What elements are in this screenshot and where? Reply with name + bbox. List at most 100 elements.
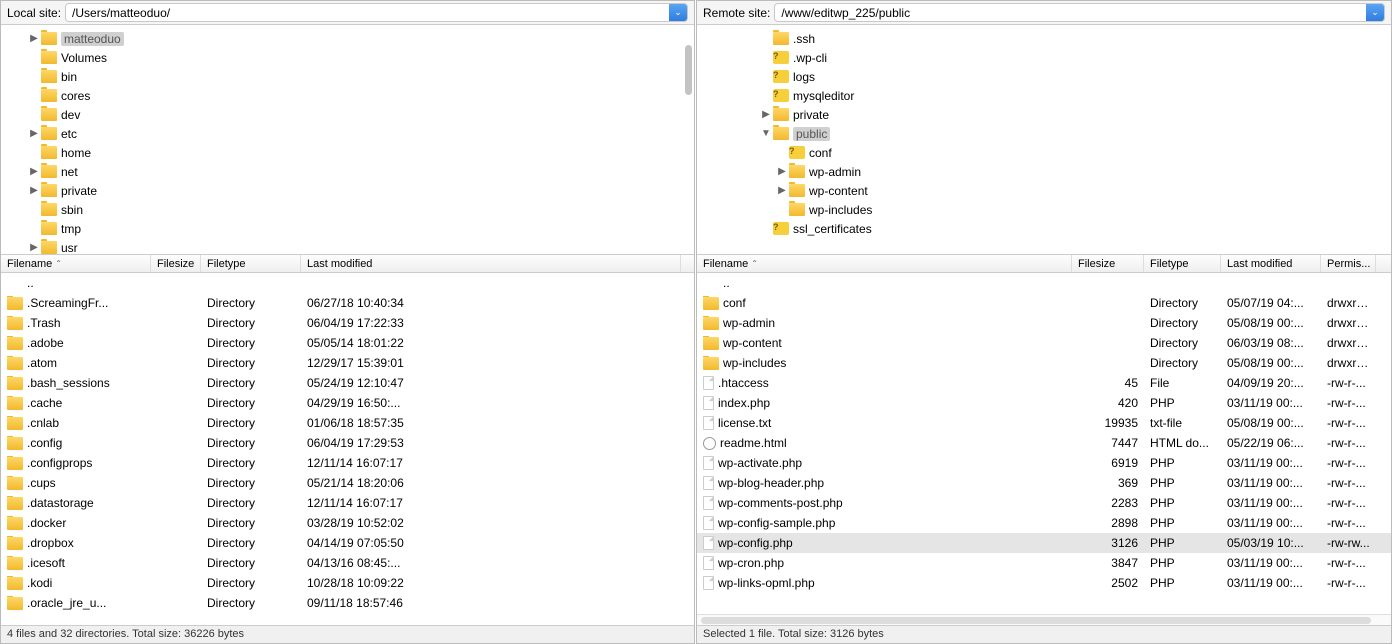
file-row[interactable]: license.txt19935txt-file05/08/19 00:...-… [697, 413, 1391, 433]
file-row[interactable]: wp-adminDirectory05/08/19 00:...drwxr-..… [697, 313, 1391, 333]
file-row[interactable]: .. [697, 273, 1391, 293]
column-header-perms[interactable]: Permis... [1321, 255, 1376, 272]
file-row[interactable]: readme.html7447HTML do...05/22/19 06:...… [697, 433, 1391, 453]
filename-cell: .atom [1, 356, 151, 370]
disclosure-triangle[interactable]: ▶ [29, 185, 39, 196]
tree-label: conf [809, 146, 832, 160]
permissions-cell: -rw-rw... [1321, 536, 1376, 550]
tree-row[interactable]: ▶private [697, 105, 1391, 124]
tree-row[interactable]: sbin [1, 200, 694, 219]
file-row[interactable]: .configDirectory06/04/19 17:29:53 [1, 433, 694, 453]
file-row[interactable]: .. [1, 273, 694, 293]
file-row[interactable]: wp-comments-post.php2283PHP03/11/19 00:.… [697, 493, 1391, 513]
local-file-list[interactable]: ...ScreamingFr...Directory06/27/18 10:40… [1, 273, 694, 625]
file-row[interactable]: .configpropsDirectory12/11/14 16:07:17 [1, 453, 694, 473]
permissions-cell: -rw-r-... [1321, 456, 1376, 470]
tree-row[interactable]: ▶usr [1, 238, 694, 255]
disclosure-triangle[interactable]: ▼ [761, 128, 771, 139]
file-row[interactable]: .datastorageDirectory12/11/14 16:07:17 [1, 493, 694, 513]
file-row[interactable]: .TrashDirectory06/04/19 17:22:33 [1, 313, 694, 333]
file-row[interactable]: wp-links-opml.php2502PHP03/11/19 00:...-… [697, 573, 1391, 593]
tree-row[interactable]: ▶matteoduo [1, 29, 694, 48]
tree-row[interactable]: bin [1, 67, 694, 86]
tree-row[interactable]: ?logs [697, 67, 1391, 86]
file-row[interactable]: .dropboxDirectory04/14/19 07:05:50 [1, 533, 694, 553]
tree-label: tmp [61, 222, 81, 236]
filesize-cell: 7447 [1072, 436, 1144, 450]
column-header-filesize[interactable]: Filesize [151, 255, 201, 272]
file-row[interactable]: index.php420PHP03/11/19 00:...-rw-r-... [697, 393, 1391, 413]
file-row[interactable]: .cnlabDirectory01/06/18 18:57:35 [1, 413, 694, 433]
file-row[interactable]: confDirectory05/07/19 04:...drwxr-... [697, 293, 1391, 313]
filename-cell: .icesoft [1, 556, 151, 570]
tree-row[interactable]: ?.wp-cli [697, 48, 1391, 67]
filename-cell: .cache [1, 396, 151, 410]
column-header-lastmod[interactable]: Last modified [1221, 255, 1321, 272]
tree-row[interactable]: Volumes [1, 48, 694, 67]
file-row[interactable]: .bash_sessionsDirectory05/24/19 12:10:47 [1, 373, 694, 393]
file-row[interactable]: wp-activate.php6919PHP03/11/19 00:...-rw… [697, 453, 1391, 473]
file-row[interactable]: wp-cron.php3847PHP03/11/19 00:...-rw-r-.… [697, 553, 1391, 573]
disclosure-triangle[interactable]: ▶ [777, 166, 787, 177]
tree-row[interactable]: .ssh [697, 29, 1391, 48]
column-header-filename[interactable]: Filename⌃ [697, 255, 1072, 272]
disclosure-triangle[interactable]: ▶ [777, 185, 787, 196]
file-row[interactable]: .icesoftDirectory04/13/16 08:45:... [1, 553, 694, 573]
column-header-filetype[interactable]: Filetype [1144, 255, 1221, 272]
file-row[interactable]: wp-config.php3126PHP05/03/19 10:...-rw-r… [697, 533, 1391, 553]
folder-icon [41, 146, 57, 159]
tree-row[interactable]: ?conf [697, 143, 1391, 162]
tree-row[interactable]: tmp [1, 219, 694, 238]
file-row[interactable]: .kodiDirectory10/28/18 10:09:22 [1, 573, 694, 593]
disclosure-triangle[interactable]: ▶ [29, 33, 39, 44]
file-row[interactable]: wp-blog-header.php369PHP03/11/19 00:...-… [697, 473, 1391, 493]
tree-row[interactable]: ?mysqleditor [697, 86, 1391, 105]
file-row[interactable]: wp-includesDirectory05/08/19 00:...drwxr… [697, 353, 1391, 373]
file-row[interactable]: .ScreamingFr...Directory06/27/18 10:40:3… [1, 293, 694, 313]
disclosure-triangle[interactable]: ▶ [761, 109, 771, 120]
file-row[interactable]: .adobeDirectory05/05/14 18:01:22 [1, 333, 694, 353]
file-row[interactable]: .cupsDirectory05/21/14 18:20:06 [1, 473, 694, 493]
remote-file-list[interactable]: ..confDirectory05/07/19 04:...drwxr-...w… [697, 273, 1391, 614]
filesize-cell: 2898 [1072, 516, 1144, 530]
tree-row[interactable]: cores [1, 86, 694, 105]
filename-cell: .adobe [1, 336, 151, 350]
local-path-dropdown[interactable]: ⌄ [669, 4, 687, 21]
disclosure-triangle[interactable]: ▶ [29, 242, 39, 253]
local-path-input[interactable]: /Users/matteoduo/ ⌄ [65, 3, 688, 22]
filename-text: .adobe [27, 336, 64, 350]
column-header-filename[interactable]: Filename⌃ [1, 255, 151, 272]
file-row[interactable]: .atomDirectory12/29/17 15:39:01 [1, 353, 694, 373]
folder-icon [41, 222, 57, 235]
tree-row[interactable]: wp-includes [697, 200, 1391, 219]
tree-row[interactable]: home [1, 143, 694, 162]
file-row[interactable]: .cacheDirectory04/29/19 16:50:... [1, 393, 694, 413]
file-row[interactable]: .htaccess45File04/09/19 20:...-rw-r-... [697, 373, 1391, 393]
local-tree[interactable]: ▶matteoduoVolumesbincoresdev▶etchome▶net… [1, 25, 694, 255]
column-header-lastmod[interactable]: Last modified [301, 255, 681, 272]
file-row[interactable]: wp-contentDirectory06/03/19 08:...drwxr-… [697, 333, 1391, 353]
remote-tree[interactable]: .ssh?.wp-cli?logs?mysqleditor▶private▼pu… [697, 25, 1391, 255]
file-row[interactable]: .oracle_jre_u...Directory09/11/18 18:57:… [1, 593, 694, 613]
tree-row[interactable]: ▶private [1, 181, 694, 200]
tree-row[interactable]: dev [1, 105, 694, 124]
file-row[interactable]: .dockerDirectory03/28/19 10:52:02 [1, 513, 694, 533]
tree-row[interactable]: ▼public [697, 124, 1391, 143]
column-header-filesize[interactable]: Filesize [1072, 255, 1144, 272]
local-path-value: /Users/matteoduo/ [72, 6, 669, 20]
tree-row[interactable]: ▶net [1, 162, 694, 181]
remote-horizontal-scrollbar[interactable] [697, 614, 1391, 625]
column-header-filetype[interactable]: Filetype [201, 255, 301, 272]
tree-row[interactable]: ▶etc [1, 124, 694, 143]
scrollbar-thumb[interactable] [701, 617, 1371, 624]
tree-row[interactable]: ?ssl_certificates [697, 219, 1391, 238]
disclosure-triangle[interactable]: ▶ [29, 128, 39, 139]
remote-path-dropdown[interactable]: ⌄ [1366, 4, 1384, 21]
tree-row[interactable]: ▶wp-content [697, 181, 1391, 200]
remote-path-input[interactable]: /www/editwp_225/public ⌄ [774, 3, 1385, 22]
tree-row[interactable]: ▶wp-admin [697, 162, 1391, 181]
filename-text: wp-blog-header.php [718, 476, 824, 490]
disclosure-triangle[interactable]: ▶ [29, 166, 39, 177]
scrollbar-thumb[interactable] [685, 45, 692, 95]
file-row[interactable]: wp-config-sample.php2898PHP03/11/19 00:.… [697, 513, 1391, 533]
